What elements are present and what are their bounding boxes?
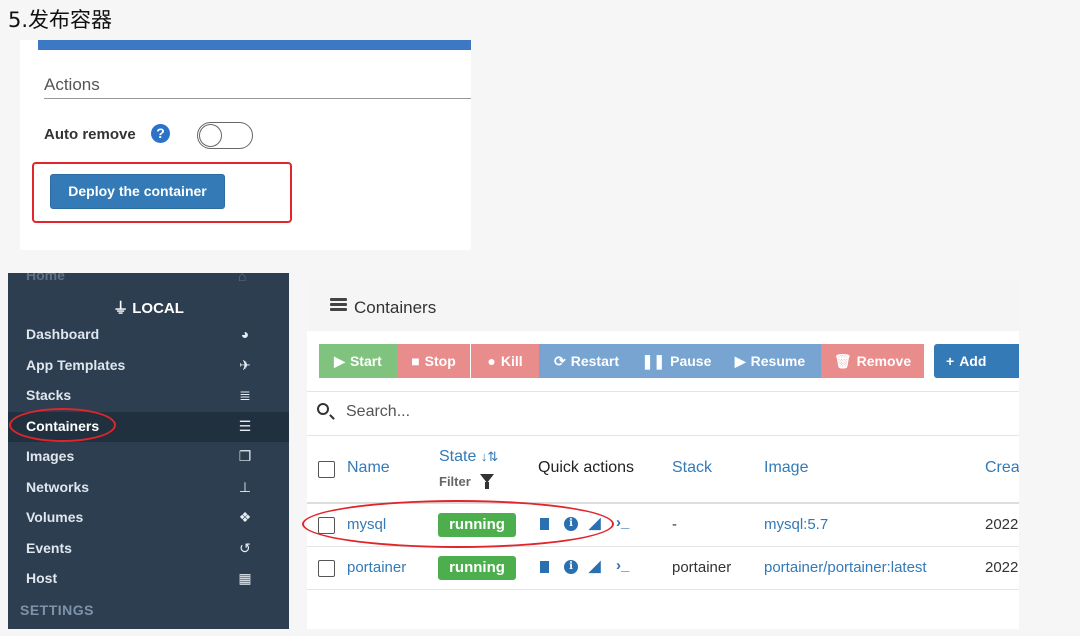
stack-value: portainer <box>672 559 732 576</box>
server-icon: ☰ <box>238 417 252 434</box>
image-link[interactable]: portainer/portainer:latest <box>764 559 927 576</box>
sidebar-item-events[interactable]: Events ↺ <box>8 534 289 564</box>
stop-icon: ■ <box>411 353 420 369</box>
sidebar-item-label: Host <box>26 570 58 586</box>
containers-panel: Containers ▶ Start ■ Stop ● Kill ⟳ Restart ❚… <box>307 279 1019 629</box>
logs-icon[interactable] <box>540 561 549 573</box>
panel-header-bar <box>38 40 471 50</box>
table-header: Name State ↓⇅ Filter Quick actions Stack… <box>307 436 1019 504</box>
tachometer-icon: ◕ <box>240 326 250 342</box>
th-list-icon: ≣ <box>239 387 251 403</box>
auto-remove-label: Auto remove <box>44 126 136 143</box>
table-row: portainer running i ◢ ›_ portainer portainer/p… <box>307 547 1019 590</box>
question-circle-icon[interactable]: ? <box>151 124 170 143</box>
bomb-icon: ● <box>487 353 496 369</box>
highlight-oval-mysql-row <box>302 500 614 548</box>
sidebar-item-label: Volumes <box>26 509 84 525</box>
sidebar-item-volumes[interactable]: Volumes ❖ <box>8 503 289 533</box>
column-state[interactable]: State ↓⇅ <box>439 448 498 466</box>
container-name-link[interactable]: portainer <box>347 559 406 576</box>
sidebar-item-app-templates[interactable]: App Templates ✈ <box>8 351 289 381</box>
trash-icon: 🗑 <box>833 353 852 369</box>
th-icon: ▦ <box>238 570 252 586</box>
highlight-oval-containers <box>9 408 116 442</box>
created-value: 2022 <box>985 559 1019 576</box>
sidebar-item-label: Networks <box>26 478 90 495</box>
sidebar-item-host[interactable]: Host ▦ <box>8 564 289 594</box>
play-icon: ▶ <box>334 353 345 369</box>
sidebar-item-stacks[interactable]: Stacks ≣ <box>8 381 289 411</box>
sidebar-item-images[interactable]: Images ❐ <box>8 442 289 472</box>
stack-value: - <box>672 516 677 533</box>
search-icon <box>317 403 329 415</box>
step-title: 5.发布容器 <box>8 8 113 32</box>
pause-button[interactable]: ❚❚ Pause <box>634 344 719 378</box>
endpoint-name: LOCAL <box>132 300 184 317</box>
sidebar-item-label: App Templates <box>26 356 126 373</box>
filter-icon-stem <box>485 482 489 489</box>
endpoint-label: ⏚ LOCAL <box>8 297 289 318</box>
image-link[interactable]: mysql:5.7 <box>764 516 828 533</box>
column-stack[interactable]: Stack <box>672 459 712 477</box>
kill-button[interactable]: ● Kill <box>471 344 539 378</box>
sidebar: Home ⌂ ⏚ LOCAL Dashboard ◕ App Templates ✈ S… <box>8 273 289 629</box>
sidebar-item-label: Dashboard <box>26 326 100 342</box>
rocket-icon: ✈ <box>239 356 251 373</box>
plus-icon: + <box>946 353 955 369</box>
section-divider <box>44 98 471 99</box>
auto-remove-toggle[interactable] <box>197 122 253 149</box>
created-value: 2022 <box>985 516 1019 533</box>
sidebar-item-networks[interactable]: Networks ⊥ <box>8 473 289 503</box>
state-filter-label[interactable]: Filter <box>439 474 471 489</box>
sidebar-item-label: Events <box>26 539 72 556</box>
remove-button[interactable]: 🗑 Remove <box>821 344 924 378</box>
play-icon: ▶ <box>734 353 746 369</box>
highlight-rectangle-deploy <box>32 162 292 223</box>
column-image[interactable]: Image <box>764 459 808 477</box>
row-checkbox[interactable] <box>318 560 335 577</box>
select-all-checkbox[interactable] <box>318 461 335 478</box>
start-button[interactable]: ▶ Start <box>319 344 397 378</box>
sidebar-item-label: Images <box>26 448 75 464</box>
stop-button[interactable]: ■ Stop <box>397 344 470 378</box>
restart-button[interactable]: ⟳ Restart <box>539 344 634 378</box>
console-icon[interactable]: ›_ <box>616 514 629 531</box>
info-icon[interactable]: i <box>564 560 578 574</box>
column-created[interactable]: Created <box>985 459 1019 477</box>
console-icon[interactable]: ›_ <box>616 557 629 574</box>
search-bar[interactable]: Search... <box>307 391 1019 436</box>
search-input[interactable]: Search... <box>346 403 410 421</box>
sort-icon: ↓⇅ <box>480 449 499 464</box>
sitemap-icon: ⊥ <box>238 478 252 495</box>
add-container-button[interactable]: + Add container <box>934 344 1019 403</box>
page-title: Containers <box>354 298 437 317</box>
sidebar-item-home[interactable]: Home <box>26 273 65 283</box>
server-icon <box>330 298 347 312</box>
column-name[interactable]: Name <box>347 459 390 477</box>
resume-button[interactable]: ▶ Resume <box>719 344 821 378</box>
history-icon: ↺ <box>239 539 251 556</box>
toggle-knob <box>199 124 222 147</box>
sidebar-item-dashboard[interactable]: Dashboard ◕ <box>8 320 289 350</box>
actions-section-title: Actions <box>44 75 100 94</box>
refresh-icon: ⟳ <box>554 353 566 369</box>
column-quick-actions: Quick actions <box>538 459 635 476</box>
plug-icon: ⏚ <box>113 300 133 317</box>
home-icon: ⌂ <box>238 273 247 284</box>
clone-icon: ❐ <box>238 448 252 464</box>
pause-icon: ❚❚ <box>641 353 666 369</box>
cubes-icon: ❖ <box>238 509 252 525</box>
status-badge: running <box>438 556 516 580</box>
stats-icon[interactable]: ◢ <box>589 557 601 575</box>
settings-section-label: SETTINGS <box>20 602 95 618</box>
sidebar-item-label: Stacks <box>26 387 72 403</box>
